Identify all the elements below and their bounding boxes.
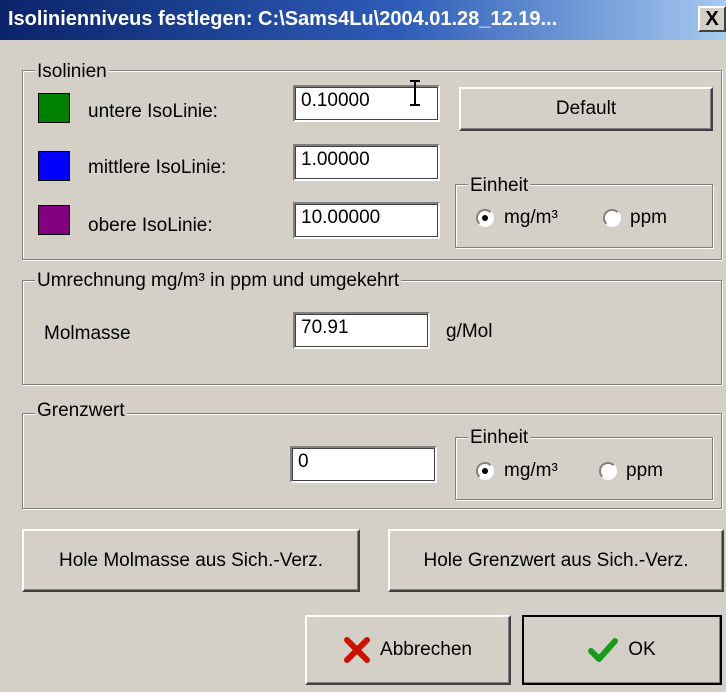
lower-isoline-color-swatch[interactable]	[38, 93, 70, 123]
window-title: Isolinienniveus festlegen: C:\Sams4Lu\20…	[8, 8, 558, 30]
cancel-button[interactable]: Abbrechen	[305, 615, 511, 685]
hole-grenzwert-button[interactable]: Hole Grenzwert aus Sich.-Verz.	[388, 529, 724, 592]
grenzwert-unit-mgm3-label: mg/m³	[504, 460, 558, 481]
grenzwert-legend: Grenzwert	[35, 400, 127, 421]
umrechnung-legend: Umrechnung mg/m³ in ppm und umgekehrt	[35, 270, 402, 291]
isolinien-unit-mgm3-radio[interactable]	[476, 209, 494, 227]
grenzwert-unit-mgm3-radio[interactable]	[476, 462, 494, 480]
cancel-button-label: Abbrechen	[380, 639, 472, 660]
isolinien-unit-ppm-radio[interactable]	[603, 209, 621, 227]
text-cursor-icon	[410, 80, 420, 106]
middle-isoline-color-swatch[interactable]	[38, 151, 70, 181]
middle-isoline-input[interactable]: 1.00000	[293, 144, 440, 181]
grenzwert-input[interactable]: 0	[290, 446, 437, 483]
grenzwert-unit-ppm-radio[interactable]	[599, 462, 617, 480]
upper-isoline-input[interactable]: 10.00000	[293, 202, 440, 239]
isolinien-unit-legend: Einheit	[468, 175, 531, 196]
molmasse-label: Molmasse	[44, 323, 131, 344]
upper-isoline-label: obere IsoLinie:	[88, 215, 213, 236]
grenzwert-unit-ppm-label: ppm	[626, 460, 663, 481]
isolinien-legend: Isolinien	[35, 61, 109, 82]
ok-checkmark-icon	[588, 638, 619, 662]
cancel-x-icon	[344, 637, 371, 663]
middle-isoline-label: mittlere IsoLinie:	[88, 157, 227, 178]
title-bar: Isolinienniveus festlegen: C:\Sams4Lu\20…	[0, 0, 726, 40]
lower-isoline-label: untere IsoLinie:	[88, 101, 218, 122]
isolinien-unit-ppm-label: ppm	[630, 207, 667, 228]
grenzwert-unit-legend: Einheit	[468, 427, 531, 448]
isolinien-unit-mgm3-label: mg/m³	[504, 207, 558, 228]
close-button[interactable]: X	[698, 6, 726, 32]
upper-isoline-color-swatch[interactable]	[38, 205, 70, 235]
default-button[interactable]: Default	[459, 87, 713, 131]
ok-button-label: OK	[628, 639, 656, 660]
ok-button[interactable]: OK	[522, 615, 722, 685]
molmasse-unit-label: g/Mol	[446, 321, 493, 342]
molmasse-input[interactable]: 70.91	[293, 312, 430, 349]
hole-molmasse-button[interactable]: Hole Molmasse aus Sich.-Verz.	[22, 529, 360, 592]
